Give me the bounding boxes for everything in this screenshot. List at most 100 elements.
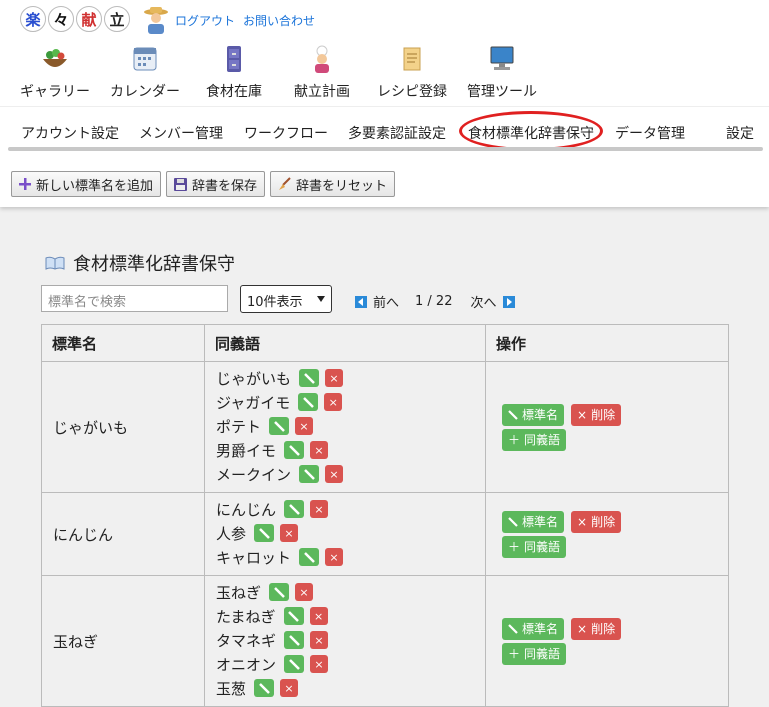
pencil-icon [508, 516, 518, 527]
synonym-item: ポテト × [216, 414, 474, 438]
delete-row-button[interactable]: × 削除 [571, 510, 622, 533]
nav-recipe[interactable]: レシピ登録 [377, 45, 447, 101]
standard-name: 玉ねぎ [41, 575, 205, 707]
synonym-text: 人参 [216, 524, 247, 543]
chef-icon [315, 45, 329, 73]
synonym-text: オニオン [216, 655, 277, 674]
delete-synonym-button[interactable]: × [325, 465, 344, 483]
synonym-text: 男爵イモ [216, 441, 277, 460]
pencil-icon [288, 503, 300, 515]
nav-admin[interactable]: 管理ツール [467, 45, 537, 101]
next-link[interactable]: 次へ [470, 292, 496, 311]
table-row: にんじん にんじん × 人参 × キャロット × 標準名 × 削除 ＋同義語 [41, 492, 729, 576]
add-synonym-button[interactable]: ＋同義語 [502, 535, 567, 558]
pencil-icon [288, 610, 299, 622]
broom-icon [279, 177, 291, 190]
edit-standard-name-button[interactable]: 標準名 [502, 403, 565, 426]
logout-link[interactable]: ログアウト [175, 12, 235, 29]
tab-workflow[interactable]: ワークフロー [244, 123, 328, 143]
edit-synonym-button[interactable] [269, 583, 290, 601]
reset-dictionary-button[interactable]: 辞書をリセット [270, 171, 396, 197]
edit-synonym-button[interactable] [299, 465, 320, 483]
pencil-icon [303, 468, 315, 480]
delete-synonym-button[interactable]: × [280, 679, 299, 697]
row-actions: 標準名 × 削除 ＋同義語 [485, 492, 729, 576]
logo-char: 々 [48, 6, 74, 32]
nav-label: 管理ツール [467, 84, 537, 100]
delete-synonym-button[interactable]: × [310, 631, 329, 649]
tab-data-management[interactable]: データ管理 [615, 123, 685, 143]
delete-row-button[interactable]: × 削除 [571, 617, 622, 640]
edit-synonym-button[interactable] [283, 607, 304, 625]
add-synonym-button[interactable]: ＋同義語 [502, 642, 567, 665]
add-standard-name-button[interactable]: 新しい標準名を追加 [11, 171, 162, 197]
synonym-item: にんじん × [216, 497, 474, 521]
column-header: 操作 [485, 324, 729, 362]
search-input[interactable]: 標準名で検索 [41, 285, 228, 312]
delete-synonym-button[interactable]: × [280, 524, 299, 542]
nav-gallery[interactable]: ギャラリー [20, 45, 90, 101]
nav-inventory[interactable]: 食材在庫 [206, 45, 262, 101]
tab-account-settings[interactable]: アカウント設定 [21, 123, 119, 143]
button-label: 削除 [591, 515, 616, 529]
delete-synonym-button[interactable]: × [310, 655, 329, 673]
highlight-circle [459, 111, 603, 151]
app-logo[interactable]: 楽 々 献 立 [20, 6, 130, 32]
tab-mfa-settings[interactable]: 多要素認証設定 [348, 123, 446, 143]
synonym-list: じゃがいも × ジャガイモ × ポテト × 男爵イモ × メークイン × [204, 361, 486, 493]
close-icon: × [577, 621, 588, 636]
edit-synonym-button[interactable] [299, 548, 320, 566]
nav-meal-plan[interactable]: 献立計画 [294, 45, 350, 101]
delete-synonym-button[interactable]: × [310, 500, 329, 518]
prev-arrow-icon[interactable] [355, 295, 367, 308]
divider [0, 106, 769, 107]
button-label: 削除 [591, 408, 616, 422]
logo-char: 献 [76, 6, 102, 32]
nav-calendar[interactable]: カレンダー [110, 45, 180, 101]
farmer-avatar-icon [144, 7, 168, 34]
delete-row-button[interactable]: × 削除 [571, 403, 622, 426]
edit-synonym-button[interactable] [284, 441, 305, 459]
tab-settings[interactable]: 設定 [726, 123, 754, 143]
save-dictionary-button[interactable]: 辞書を保存 [166, 171, 266, 197]
edit-synonym-button[interactable] [254, 679, 275, 697]
delete-synonym-button[interactable]: × [324, 393, 343, 411]
edit-standard-name-button[interactable]: 標準名 [502, 510, 565, 533]
synonym-text: じゃがいも [216, 369, 292, 388]
delete-synonym-button[interactable]: × [295, 583, 314, 601]
pencil-icon [288, 634, 300, 646]
edit-synonym-button[interactable] [254, 524, 275, 542]
synonym-text: 玉ねぎ [216, 583, 262, 602]
row-actions: 標準名 × 削除 ＋同義語 [485, 361, 729, 493]
delete-synonym-button[interactable]: × [310, 441, 329, 459]
edit-synonym-button[interactable] [284, 655, 305, 673]
edit-synonym-button[interactable] [284, 500, 305, 518]
edit-standard-name-button[interactable]: 標準名 [502, 617, 565, 640]
add-synonym-button[interactable]: ＋同義語 [502, 428, 567, 451]
edit-synonym-button[interactable] [299, 369, 320, 387]
delete-synonym-button[interactable]: × [325, 548, 344, 566]
contact-link[interactable]: お問い合わせ [243, 12, 315, 29]
synonym-text: にんじん [216, 500, 277, 519]
delete-synonym-button[interactable]: × [325, 369, 344, 387]
pencil-icon [508, 623, 518, 634]
logo-char: 楽 [20, 6, 46, 32]
edit-synonym-button[interactable] [269, 417, 290, 435]
table-row: 玉ねぎ 玉ねぎ × たまねぎ × タマネギ × オニオン × 玉葱 × 標準名 × 削除 ＋同… [41, 575, 729, 707]
delete-synonym-button[interactable]: × [295, 417, 314, 435]
pencil-icon [273, 420, 285, 432]
edit-synonym-button[interactable] [284, 631, 305, 649]
next-arrow-icon[interactable] [502, 295, 515, 308]
button-label: 辞書を保存 [192, 178, 258, 194]
prev-link[interactable]: 前へ [373, 292, 399, 311]
pencil-icon [508, 409, 518, 420]
button-label: 同義語 [524, 647, 561, 661]
delete-synonym-button[interactable]: × [309, 607, 328, 625]
pencil-icon [258, 527, 270, 539]
button-label: 新しい標準名を追加 [36, 178, 154, 194]
edit-synonym-button[interactable] [298, 393, 319, 411]
button-label: 同義語 [524, 540, 561, 554]
tab-member-management[interactable]: メンバー管理 [139, 123, 223, 143]
page-size-select[interactable]: 10件表示 [240, 285, 332, 313]
horizontal-scrollbar[interactable] [8, 147, 763, 151]
